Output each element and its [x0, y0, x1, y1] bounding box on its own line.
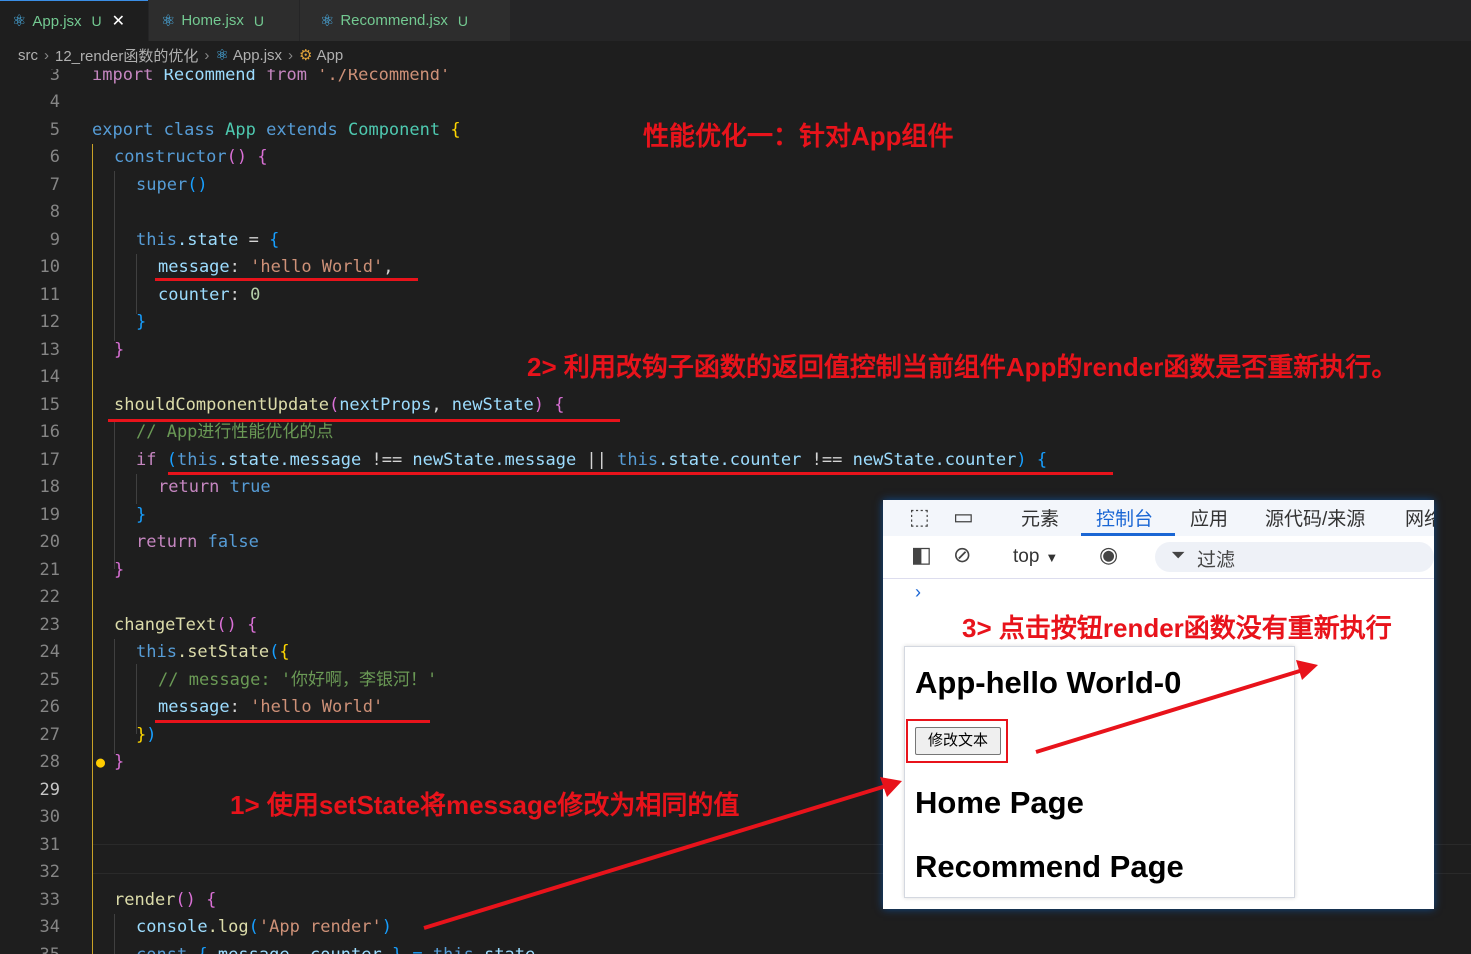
arrow-step-1	[423, 777, 902, 930]
annotation-arrows	[423, 660, 1318, 930]
arrow-step-3	[1035, 660, 1318, 754]
arrow-line	[423, 784, 887, 930]
arrow-line	[1035, 668, 1304, 754]
arrowhead	[1296, 660, 1318, 680]
